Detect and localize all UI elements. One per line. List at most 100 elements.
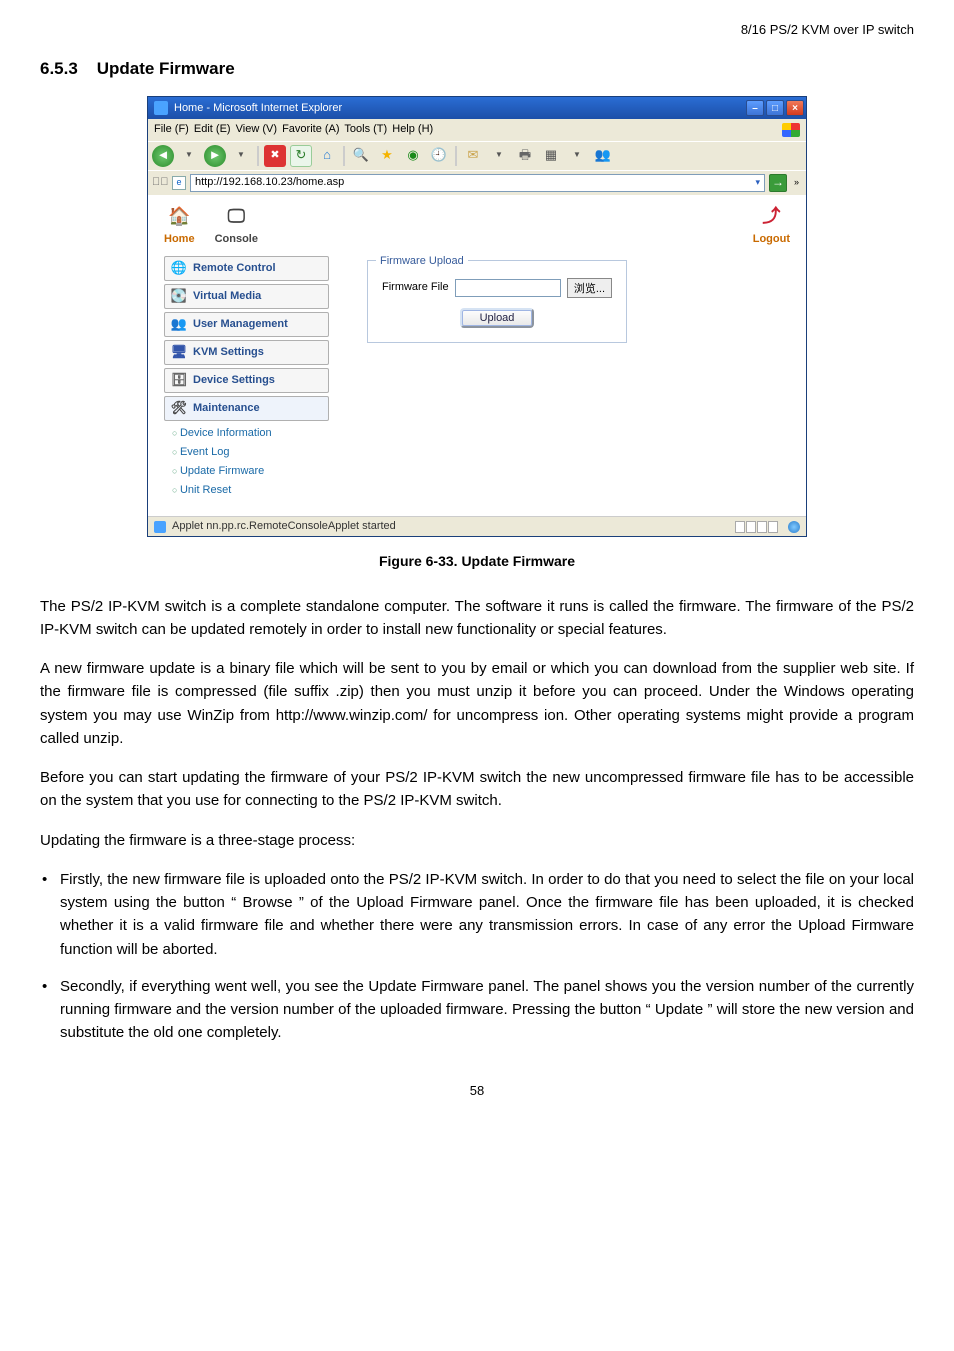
home-icon: 🏠 bbox=[165, 205, 193, 229]
address-input[interactable]: http://192.168.10.23/home.asp ▾ bbox=[190, 174, 765, 192]
sidebar-item-virtual-media[interactable]: 💽 Virtual Media bbox=[164, 284, 329, 309]
menu-tools[interactable]: Tools (T) bbox=[344, 123, 387, 135]
address-label-icon: �⃝ bbox=[152, 174, 168, 191]
sidebar-label-kvm-settings: KVM Settings bbox=[193, 344, 264, 361]
toolbar-separator bbox=[343, 146, 345, 166]
process-list: Firstly, the new firmware file is upload… bbox=[40, 868, 914, 1045]
go-button[interactable]: → bbox=[769, 174, 787, 192]
refresh-button[interactable]: ↻ bbox=[290, 145, 312, 167]
sidebar-item-device-settings[interactable]: 🗄 Device Settings bbox=[164, 368, 329, 393]
section-heading: 6.5.3 Update Firmware bbox=[40, 56, 914, 82]
page-icon: e bbox=[172, 176, 186, 190]
monitor-icon: 🖥 bbox=[171, 344, 187, 360]
sidebar-sub-unit-reset[interactable]: Unit Reset bbox=[164, 481, 329, 500]
sidebar-label-user-management: User Management bbox=[193, 316, 288, 333]
firmware-file-label: Firmware File bbox=[382, 279, 449, 296]
search-button[interactable]: 🔍 bbox=[350, 145, 372, 167]
users-icon: 👥 bbox=[171, 316, 187, 332]
firmware-upload-fieldset: Firmware Upload Firmware File 浏览... Uplo… bbox=[367, 260, 627, 343]
menu-view[interactable]: View (V) bbox=[236, 123, 277, 135]
media-button[interactable]: ◉ bbox=[402, 145, 424, 167]
windows-flag-icon bbox=[782, 123, 800, 137]
internet-zone-icon bbox=[788, 521, 800, 533]
browse-button[interactable]: 浏览... bbox=[567, 278, 612, 298]
sidebar-item-kvm-settings[interactable]: 🖥 KVM Settings bbox=[164, 340, 329, 365]
forward-dropdown-icon[interactable]: ▼ bbox=[230, 145, 252, 167]
sidebar-sub-update-firmware[interactable]: Update Firmware bbox=[164, 462, 329, 481]
mail-dropdown-icon[interactable]: ▼ bbox=[488, 145, 510, 167]
sidebar: 🌐 Remote Control 💽 Virtual Media 👥 User … bbox=[164, 256, 329, 500]
edit-dropdown-icon[interactable]: ▼ bbox=[566, 145, 588, 167]
menu-file[interactable]: File (F) bbox=[154, 123, 189, 135]
menu-edit[interactable]: Edit (E) bbox=[194, 123, 231, 135]
sidebar-label-maintenance: Maintenance bbox=[193, 400, 260, 417]
menubar: File (F) Edit (E) View (V) Favorite (A) … bbox=[148, 119, 806, 140]
sidebar-label-remote-control: Remote Control bbox=[193, 260, 276, 277]
toolbar: ◄ ▼ ► ▼ ✖ ↻ ⌂ 🔍 ★ ◉ 🕘 ✉ ▼ 🖶 ▦ ▼ 👥 bbox=[148, 141, 806, 170]
page-content: 🏠 Home 🖵 Console ⤴ Logout 🌐 Remote Contr… bbox=[148, 195, 806, 517]
status-panes bbox=[735, 521, 778, 533]
status-bar: Applet nn.pp.rc.RemoteConsoleApplet star… bbox=[148, 516, 806, 536]
minimize-button[interactable]: – bbox=[746, 100, 764, 116]
paragraph-3: Before you can start updating the firmwa… bbox=[40, 766, 914, 813]
ie-icon bbox=[154, 101, 168, 115]
menu-help[interactable]: Help (H) bbox=[392, 123, 433, 135]
sidebar-sub-event-log[interactable]: Event Log bbox=[164, 443, 329, 462]
paragraph-1: The PS/2 IP-KVM switch is a complete sta… bbox=[40, 595, 914, 642]
window-title: Home - Microsoft Internet Explorer bbox=[174, 100, 342, 117]
edit-page-button[interactable]: ▦ bbox=[540, 145, 562, 167]
window-titlebar: Home - Microsoft Internet Explorer – □ × bbox=[148, 97, 806, 119]
paragraph-4: Updating the firmware is a three-stage p… bbox=[40, 829, 914, 852]
status-text: Applet nn.pp.rc.RemoteConsoleApplet star… bbox=[172, 518, 396, 535]
sidebar-label-virtual-media: Virtual Media bbox=[193, 288, 261, 305]
toolbar-separator bbox=[257, 146, 259, 166]
maximize-button[interactable]: □ bbox=[766, 100, 784, 116]
section-title: Update Firmware bbox=[97, 59, 235, 78]
back-button[interactable]: ◄ bbox=[152, 145, 174, 167]
sidebar-item-remote-control[interactable]: 🌐 Remote Control bbox=[164, 256, 329, 281]
history-button[interactable]: 🕘 bbox=[428, 145, 450, 167]
address-url-text: http://192.168.10.23/home.asp bbox=[195, 174, 344, 191]
paragraph-2: A new firmware update is a binary file w… bbox=[40, 657, 914, 750]
window-controls: – □ × bbox=[746, 100, 804, 116]
page-number: 58 bbox=[40, 1081, 914, 1101]
process-item-1: Firstly, the new firmware file is upload… bbox=[40, 868, 914, 961]
forward-button[interactable]: ► bbox=[204, 145, 226, 167]
figure-caption: Figure 6-33. Update Firmware bbox=[40, 551, 914, 573]
main-panel: Firmware Upload Firmware File 浏览... Uplo… bbox=[347, 256, 790, 500]
toolbar-separator bbox=[455, 146, 457, 166]
nav-console[interactable]: 🖵 Console bbox=[215, 205, 258, 248]
globe-icon: 🌐 bbox=[171, 260, 187, 276]
console-icon: 🖵 bbox=[222, 205, 250, 229]
fieldset-legend: Firmware Upload bbox=[376, 253, 468, 270]
sidebar-label-device-settings: Device Settings bbox=[193, 372, 275, 389]
back-dropdown-icon[interactable]: ▼ bbox=[178, 145, 200, 167]
nav-logout-label: Logout bbox=[753, 231, 790, 248]
close-button[interactable]: × bbox=[786, 100, 804, 116]
process-item-2: Secondly, if everything went well, you s… bbox=[40, 975, 914, 1045]
print-button[interactable]: 🖶 bbox=[514, 145, 536, 167]
ie-mini-icon bbox=[154, 521, 166, 533]
nav-console-label: Console bbox=[215, 231, 258, 248]
upload-button[interactable]: Upload bbox=[460, 308, 535, 328]
device-icon: 🗄 bbox=[171, 372, 187, 388]
firmware-file-input[interactable] bbox=[455, 279, 561, 297]
favorites-button[interactable]: ★ bbox=[376, 145, 398, 167]
toolbar-overflow-icon[interactable]: » bbox=[791, 176, 802, 190]
menu-favorite[interactable]: Favorite (A) bbox=[282, 123, 339, 135]
stop-button[interactable]: ✖ bbox=[264, 145, 286, 167]
disk-icon: 💽 bbox=[171, 288, 187, 304]
address-bar: �⃝ e http://192.168.10.23/home.asp ▾ → » bbox=[148, 170, 806, 195]
sidebar-sub-device-information[interactable]: Device Information bbox=[164, 424, 329, 443]
ie-window: Home - Microsoft Internet Explorer – □ ×… bbox=[147, 96, 807, 537]
nav-home-label: Home bbox=[164, 231, 195, 248]
sidebar-item-user-management[interactable]: 👥 User Management bbox=[164, 312, 329, 337]
discuss-button[interactable]: 👥 bbox=[592, 145, 614, 167]
nav-home[interactable]: 🏠 Home bbox=[164, 205, 195, 248]
home-button[interactable]: ⌂ bbox=[316, 145, 338, 167]
mail-button[interactable]: ✉ bbox=[462, 145, 484, 167]
nav-logout[interactable]: ⤴ Logout bbox=[753, 205, 790, 248]
address-dropdown-icon[interactable]: ▾ bbox=[755, 176, 760, 190]
sidebar-item-maintenance[interactable]: 🛠 Maintenance bbox=[164, 396, 329, 421]
section-number: 6.5.3 bbox=[40, 59, 78, 78]
